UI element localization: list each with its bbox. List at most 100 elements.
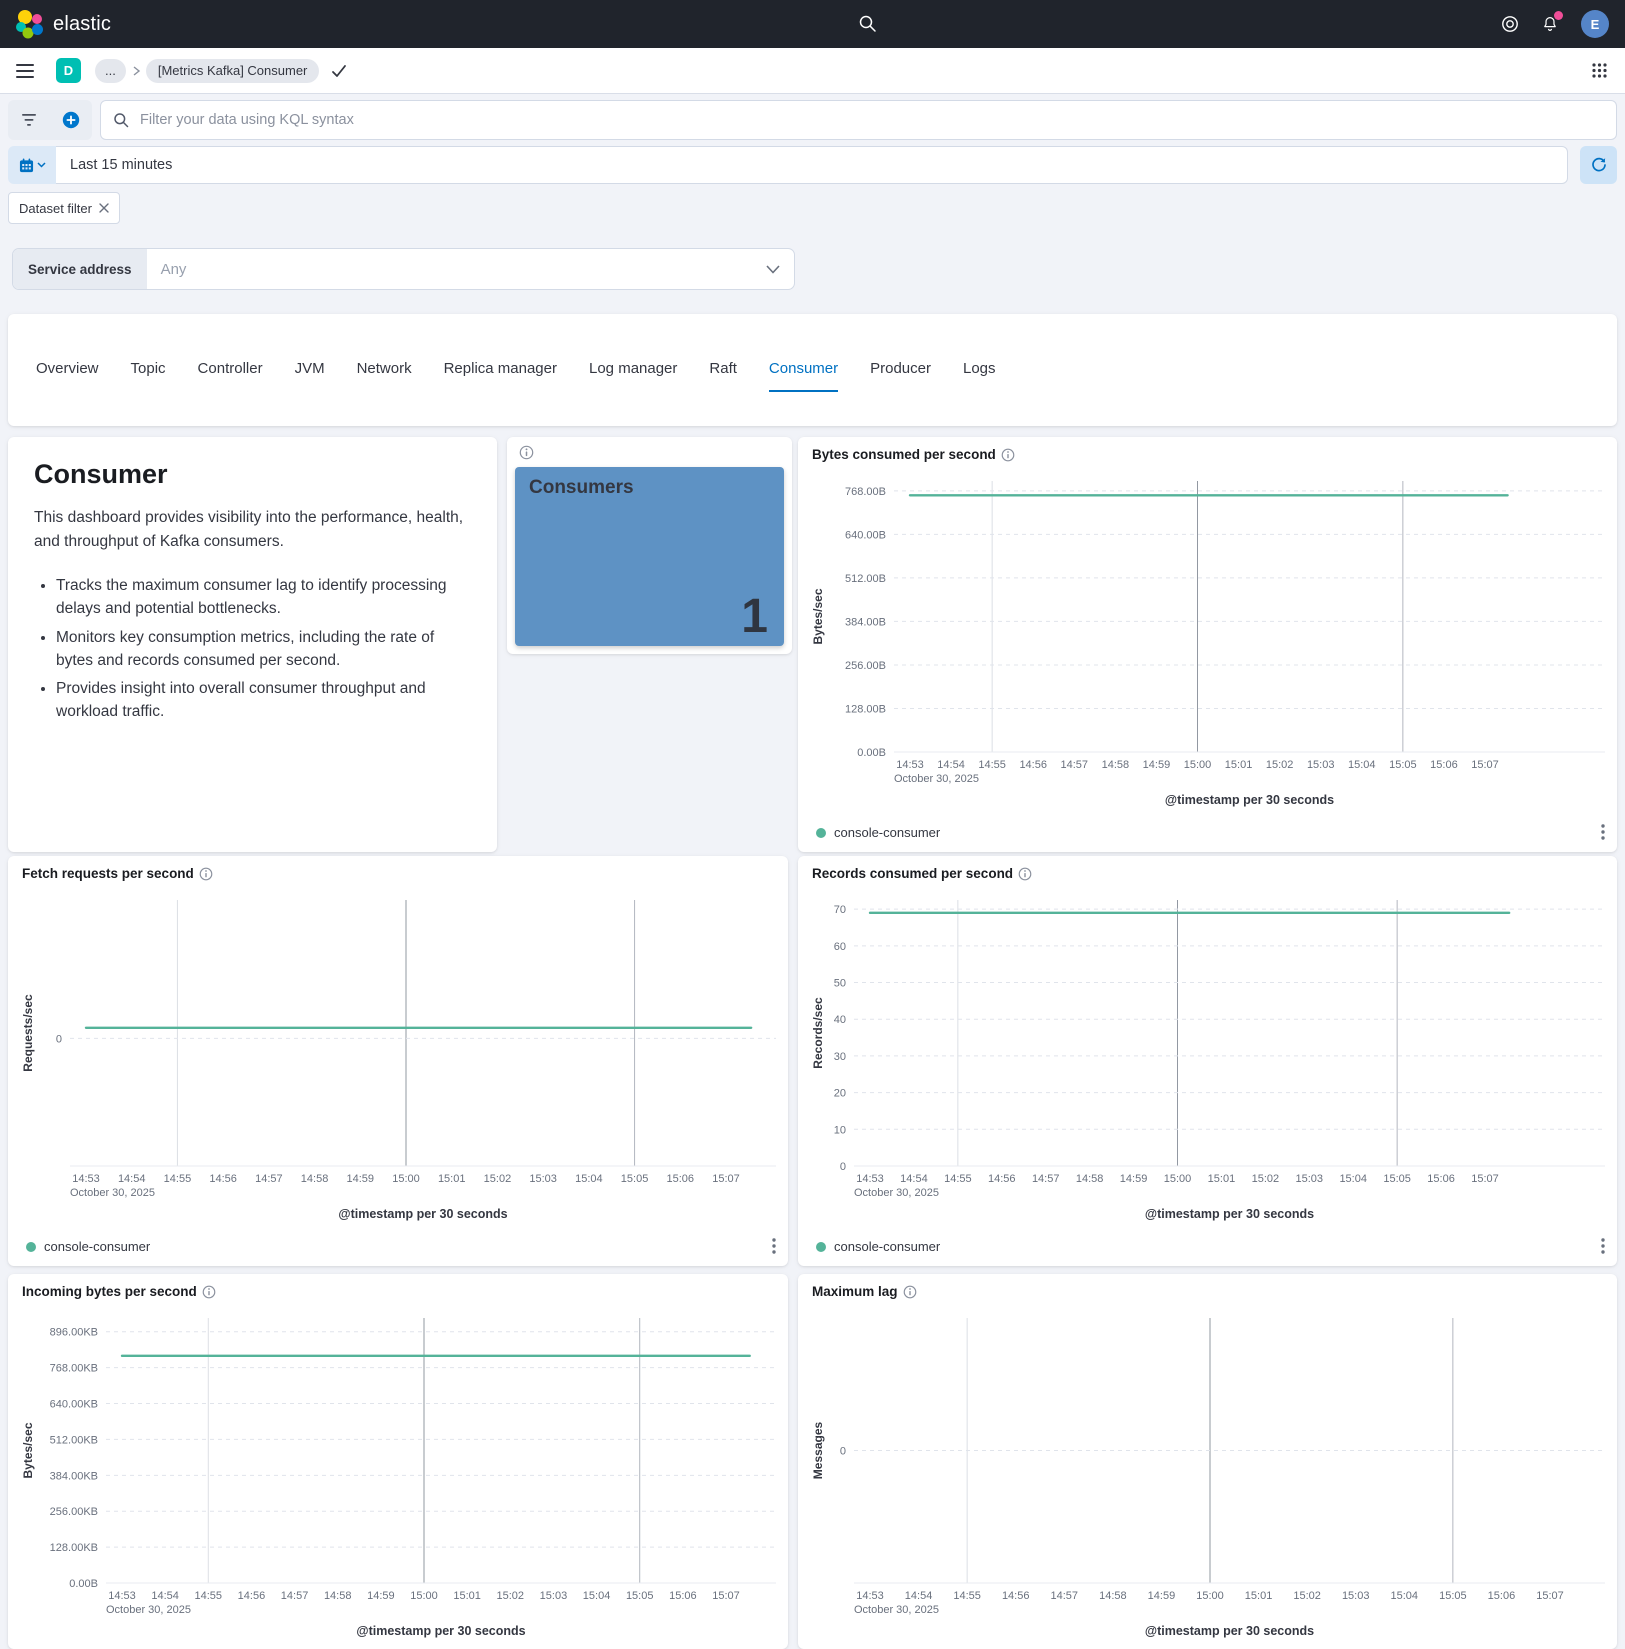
tab-list: Overview Topic Controller JVM Network Replica… bbox=[36, 360, 996, 392]
svg-text:14:58: 14:58 bbox=[324, 1590, 352, 1602]
filter-options-button[interactable] bbox=[8, 100, 50, 140]
time-range-value[interactable]: Last 15 minutes bbox=[56, 146, 1568, 184]
svg-text:14:53: 14:53 bbox=[72, 1173, 100, 1185]
svg-text:October 30, 2025: October 30, 2025 bbox=[70, 1187, 155, 1199]
user-avatar[interactable]: E bbox=[1581, 10, 1609, 38]
svg-text:384.00B: 384.00B bbox=[845, 616, 886, 628]
chart-title: Bytes consumed per second bbox=[812, 447, 996, 462]
svg-text:October 30, 2025: October 30, 2025 bbox=[854, 1604, 939, 1616]
svg-text:@timestamp per 30 seconds: @timestamp per 30 seconds bbox=[1145, 1624, 1314, 1638]
add-filter-button[interactable] bbox=[50, 100, 92, 140]
svg-text:768.00B: 768.00B bbox=[845, 486, 886, 498]
breadcrumb-separator-icon bbox=[130, 65, 142, 77]
tab-topic[interactable]: Topic bbox=[131, 360, 166, 392]
svg-text:15:06: 15:06 bbox=[667, 1173, 695, 1185]
svg-text:15:04: 15:04 bbox=[1391, 1590, 1419, 1602]
svg-text:14:54: 14:54 bbox=[937, 759, 965, 771]
chart-legend[interactable]: console-consumer bbox=[816, 825, 940, 840]
svg-text:15:02: 15:02 bbox=[1293, 1590, 1321, 1602]
svg-text:15:05: 15:05 bbox=[1439, 1590, 1467, 1602]
remove-filter-icon[interactable] bbox=[99, 203, 109, 213]
svg-text:14:57: 14:57 bbox=[1032, 1173, 1060, 1185]
svg-text:14:58: 14:58 bbox=[1099, 1590, 1127, 1602]
panel-menu-icon[interactable] bbox=[1601, 824, 1605, 840]
chart-legend[interactable]: console-consumer bbox=[816, 1239, 940, 1254]
dataset-filter-pill[interactable]: Dataset filter bbox=[8, 192, 120, 224]
metric-box[interactable]: Consumers 1 bbox=[515, 467, 784, 646]
info-icon[interactable] bbox=[1018, 867, 1032, 881]
service-address-control[interactable]: Service address Any bbox=[12, 248, 795, 290]
svg-text:14:53: 14:53 bbox=[856, 1173, 884, 1185]
notifications-bell-icon[interactable] bbox=[1541, 11, 1563, 33]
svg-text:14:55: 14:55 bbox=[944, 1173, 972, 1185]
saved-check-icon bbox=[331, 64, 347, 78]
tab-replica-manager[interactable]: Replica manager bbox=[444, 360, 557, 392]
help-icon[interactable] bbox=[1501, 15, 1519, 33]
markdown-bullet: Tracks the maximum consumer lag to ident… bbox=[56, 574, 471, 621]
bytes-consumed-chart-panel: Bytes consumed per second 0.00B 128.00B 25… bbox=[798, 437, 1617, 852]
svg-text:14:56: 14:56 bbox=[1002, 1590, 1030, 1602]
legend-series-label: console-consumer bbox=[834, 1239, 941, 1254]
info-icon[interactable] bbox=[199, 867, 213, 881]
svg-text:20: 20 bbox=[834, 1088, 846, 1100]
panel-menu-icon[interactable] bbox=[1601, 1238, 1605, 1254]
svg-text:14:57: 14:57 bbox=[255, 1173, 283, 1185]
elastic-brand[interactable]: elastic bbox=[0, 9, 111, 39]
global-search-icon[interactable] bbox=[858, 14, 877, 33]
dashboard-controls: Service address Any bbox=[12, 248, 795, 290]
svg-text:October 30, 2025: October 30, 2025 bbox=[854, 1187, 939, 1199]
kql-search-box bbox=[100, 100, 1617, 140]
tab-logs[interactable]: Logs bbox=[963, 360, 996, 392]
svg-text:14:53: 14:53 bbox=[896, 759, 924, 771]
svg-text:10: 10 bbox=[834, 1124, 846, 1136]
svg-text:640.00KB: 640.00KB bbox=[50, 1399, 98, 1411]
incoming-bytes-chart: 0.00B 128.00KB 256.00KB 384.00KB 512.00KB 640… bbox=[8, 1274, 788, 1649]
chart-title: Fetch requests per second bbox=[22, 866, 194, 881]
svg-text:15:03: 15:03 bbox=[540, 1590, 568, 1602]
svg-text:15:05: 15:05 bbox=[1389, 759, 1417, 771]
svg-text:14:55: 14:55 bbox=[978, 759, 1006, 771]
kql-search-input[interactable] bbox=[138, 111, 1616, 129]
dashboard-badge[interactable]: D bbox=[56, 58, 81, 83]
tab-raft[interactable]: Raft bbox=[709, 360, 737, 392]
dashboard-tabs-card: Overview Topic Controller JVM Network Replica… bbox=[8, 314, 1617, 426]
svg-text:256.00KB: 256.00KB bbox=[50, 1506, 98, 1518]
panel-title: Consumer bbox=[34, 459, 168, 489]
svg-text:14:56: 14:56 bbox=[1019, 759, 1047, 771]
svg-text:14:54: 14:54 bbox=[900, 1173, 928, 1185]
info-icon[interactable] bbox=[903, 1285, 917, 1299]
tab-overview[interactable]: Overview bbox=[36, 360, 99, 392]
svg-text:0.00B: 0.00B bbox=[69, 1578, 98, 1590]
breadcrumb-collapsed[interactable]: ... bbox=[95, 58, 126, 83]
svg-text:14:53: 14:53 bbox=[856, 1590, 884, 1602]
global-header: elastic E bbox=[0, 0, 1625, 48]
svg-text:15:06: 15:06 bbox=[1488, 1590, 1516, 1602]
tab-controller[interactable]: Controller bbox=[198, 360, 263, 392]
apps-grid-icon[interactable] bbox=[1592, 63, 1607, 78]
svg-text:14:55: 14:55 bbox=[953, 1590, 981, 1602]
menu-hamburger-icon[interactable] bbox=[16, 63, 34, 78]
svg-text:15:00: 15:00 bbox=[1184, 759, 1212, 771]
breadcrumb-current[interactable]: [Metrics Kafka] Consumer bbox=[145, 58, 320, 83]
svg-text:15:02: 15:02 bbox=[484, 1173, 512, 1185]
tab-network[interactable]: Network bbox=[357, 360, 412, 392]
panel-menu-icon[interactable] bbox=[772, 1238, 776, 1254]
info-icon[interactable] bbox=[1001, 448, 1015, 462]
tab-consumer[interactable]: Consumer bbox=[768, 360, 839, 392]
info-icon[interactable] bbox=[202, 1285, 216, 1299]
svg-text:October 30, 2025: October 30, 2025 bbox=[894, 773, 979, 785]
svg-text:Bytes/sec: Bytes/sec bbox=[21, 1422, 35, 1478]
svg-text:14:55: 14:55 bbox=[195, 1590, 223, 1602]
svg-text:15:07: 15:07 bbox=[712, 1590, 740, 1602]
tab-log-manager[interactable]: Log manager bbox=[589, 360, 677, 392]
chart-legend[interactable]: console-consumer bbox=[26, 1239, 150, 1254]
date-picker-button[interactable] bbox=[8, 146, 56, 184]
records-consumed-chart-panel: Records consumed per second 0 10 20 30 40 50 6… bbox=[798, 856, 1617, 1266]
tab-producer[interactable]: Producer bbox=[870, 360, 931, 392]
info-icon[interactable] bbox=[519, 445, 534, 460]
svg-text:15:02: 15:02 bbox=[1266, 759, 1294, 771]
refresh-button[interactable] bbox=[1580, 146, 1617, 184]
svg-text:60: 60 bbox=[834, 941, 846, 953]
tab-jvm[interactable]: JVM bbox=[295, 360, 325, 392]
svg-text:Records/sec: Records/sec bbox=[811, 997, 825, 1069]
